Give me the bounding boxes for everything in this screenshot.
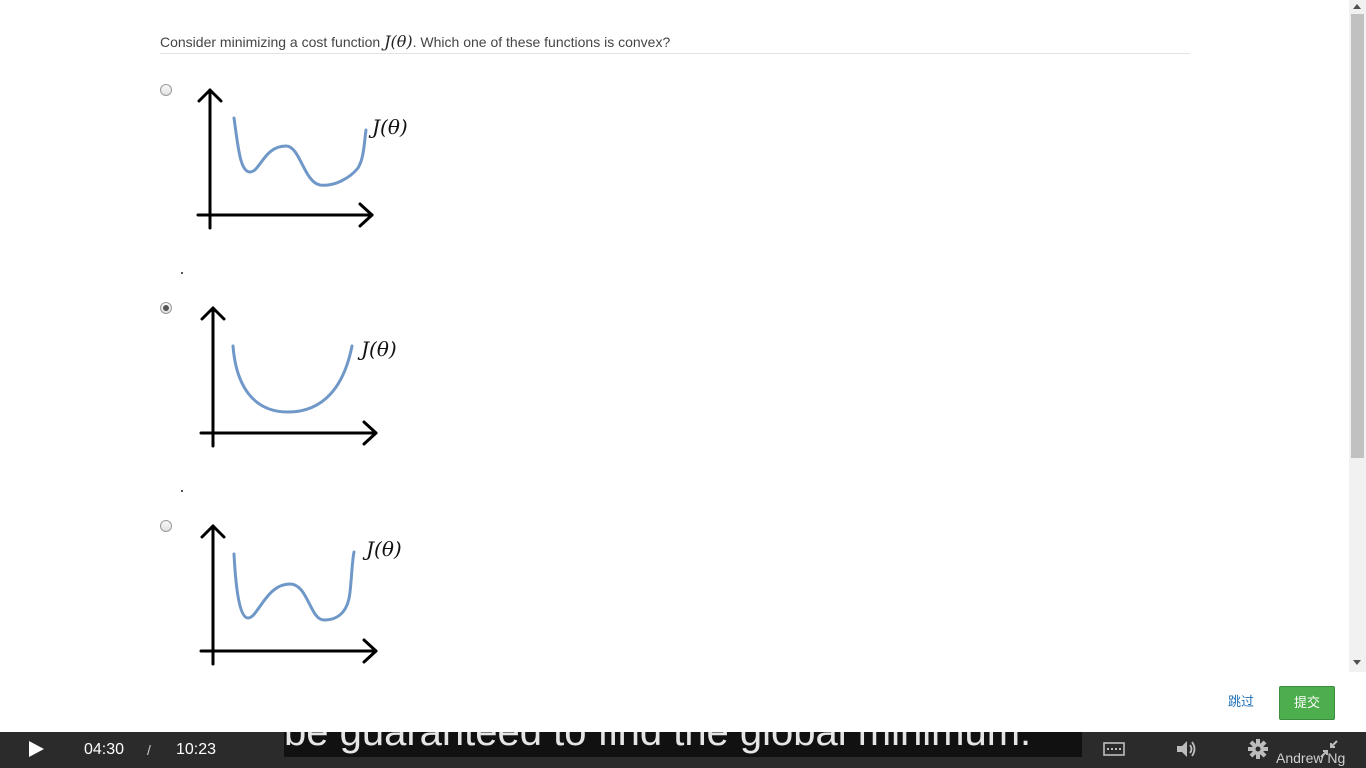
page: Consider minimizing a cost function J(θ)… <box>0 0 1366 768</box>
time-separator: / <box>147 742 151 758</box>
option-3-label: J(θ) <box>366 537 402 561</box>
skip-link[interactable]: 跳过 <box>1228 693 1254 711</box>
option-3[interactable]: J(θ) <box>158 520 458 680</box>
option-1[interactable]: J(θ) <box>158 84 458 244</box>
option-3-graph <box>199 524 378 666</box>
volume-icon[interactable] <box>1175 738 1197 760</box>
scroll-down-icon[interactable] <box>1353 660 1361 665</box>
scroll-thumb[interactable] <box>1351 14 1364 458</box>
option-1-radio[interactable] <box>160 84 172 96</box>
question-text: Consider minimizing a cost function J(θ)… <box>160 32 1190 54</box>
subtitle-text: be guaranteed to find the global minimum… <box>284 732 1032 754</box>
separator-dot <box>181 490 183 492</box>
watermark: Andrew Ng <box>1276 750 1346 766</box>
quiz-area: Consider minimizing a cost function J(θ)… <box>0 0 1349 732</box>
question-suffix: . Which one of these functions is convex… <box>412 34 671 50</box>
total-time: 10:23 <box>176 741 217 758</box>
option-2-radio[interactable] <box>160 302 172 314</box>
video-player-bar: 04:30 / 10:23 be guaranteed to find the … <box>0 732 1366 768</box>
submit-button[interactable]: 提交 <box>1279 686 1335 720</box>
captions-icon[interactable] <box>1103 738 1125 760</box>
question-prefix: Consider minimizing a cost function <box>160 34 381 50</box>
option-1-graph <box>196 88 374 230</box>
option-3-radio[interactable] <box>160 520 172 532</box>
option-1-label: J(θ) <box>372 115 408 139</box>
subtitle-box: be guaranteed to find the global minimum… <box>284 732 1082 757</box>
option-2-graph <box>199 306 378 448</box>
question-math: J(θ) <box>384 32 413 51</box>
current-time: 04:30 <box>84 741 125 758</box>
play-icon[interactable] <box>26 739 46 759</box>
option-2-label: J(θ) <box>361 337 397 361</box>
separator-dot <box>181 272 183 274</box>
scrollbar[interactable] <box>1349 0 1366 672</box>
gear-icon[interactable] <box>1247 738 1269 760</box>
option-2[interactable]: J(θ) <box>158 302 458 462</box>
scroll-up-icon[interactable] <box>1353 4 1361 9</box>
